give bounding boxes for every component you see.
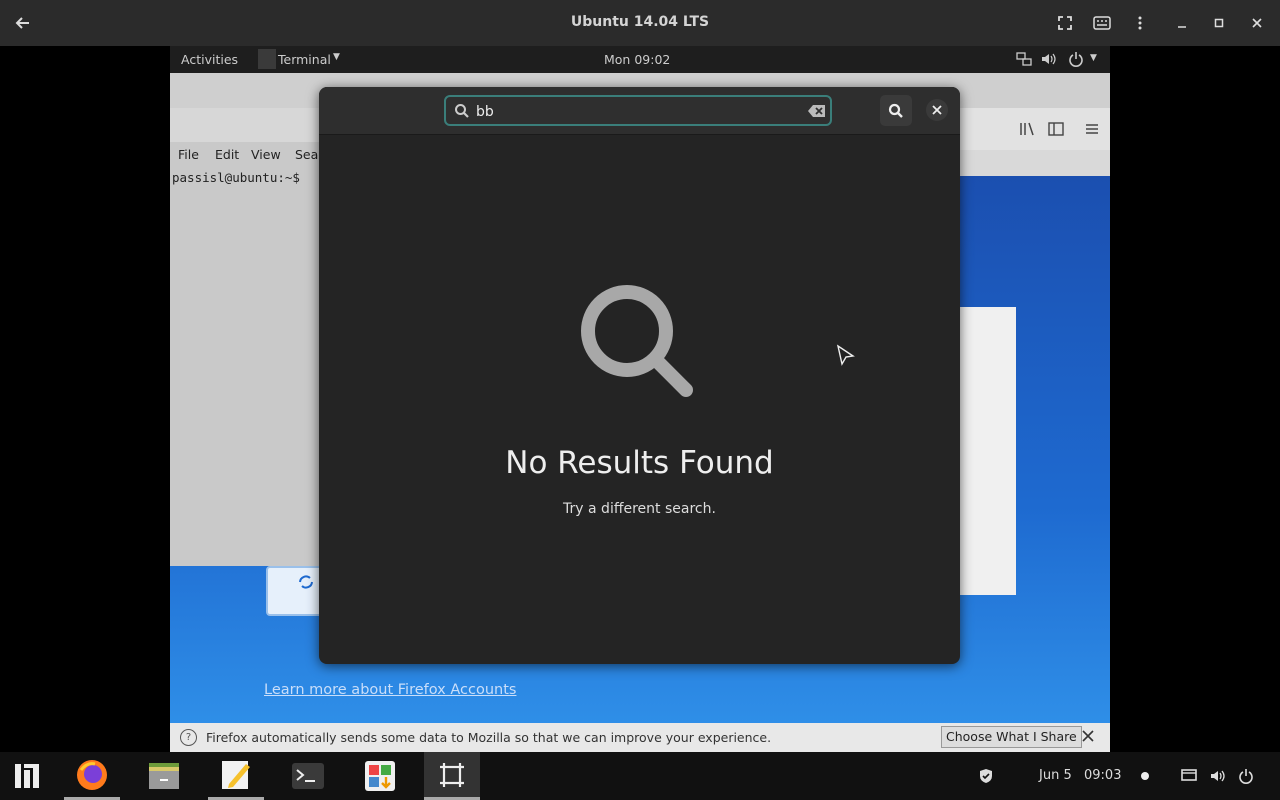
display-icon[interactable] [1181,768,1197,784]
search-dialog: No Results Found Try a different search. [319,87,960,664]
host-title: Ubuntu 14.04 LTS [570,14,710,30]
sidebar-icon[interactable] [1047,120,1065,138]
activities-button[interactable]: Activities [181,52,238,67]
taskbar-firefox[interactable] [64,752,120,800]
help-icon: ? [180,729,197,746]
notification-dot-icon[interactable] [1141,772,1149,780]
firefox-card [960,307,1016,595]
power-menu-arrow-icon: ▼ [1090,53,1097,63]
hamburger-menu-icon[interactable] [1083,120,1101,138]
taskbar-time[interactable]: 09:03 [1084,768,1121,783]
firefox-info-bar: ? Firefox automatically sends some data … [170,723,1110,752]
close-dialog-icon [932,105,942,115]
terminal-prompt: passisl@ubuntu:~$ [172,170,300,185]
taskbar-power-icon[interactable] [1238,768,1254,784]
search-icon [454,103,470,119]
taskbar-software-center[interactable] [352,752,408,800]
clear-search-icon[interactable] [808,103,826,119]
taskbar-terminal[interactable] [280,752,336,800]
volume-icon[interactable] [1041,52,1057,66]
menu-file[interactable]: File [178,147,199,162]
network-icon[interactable] [1016,52,1032,66]
files-icon [149,763,179,789]
more-options-icon[interactable] [1129,12,1151,34]
taskbar-screenshot-tool[interactable] [424,752,480,800]
keyboard-icon[interactable] [1091,12,1113,34]
taskbar-date[interactable]: Jun 5 [1039,768,1072,783]
app-menu-arrow-icon: ▼ [333,52,340,62]
screenshot-tool-icon [440,762,464,787]
close-icon[interactable] [1246,12,1268,34]
gnome-top-bar: Activities Terminal ▼ Mon 09:02 ▼ [170,46,1110,73]
search-input[interactable] [474,101,798,123]
no-results-magnifier-icon [581,285,699,403]
search-dialog-header [319,87,960,135]
gnome-clock[interactable]: Mon 09:02 [604,52,670,67]
mouse-cursor-icon [836,344,856,368]
shield-icon[interactable] [978,768,994,784]
no-results-title: No Results Found [505,445,774,481]
taskbar-volume-icon[interactable] [1210,768,1226,784]
menu-view[interactable]: View [251,147,281,162]
taskbar-text-editor[interactable] [208,752,264,800]
firefox-icon [77,759,107,790]
search-toggle-button[interactable] [880,95,912,126]
library-icon[interactable] [1018,120,1036,138]
taskbar-files[interactable] [136,752,192,800]
search-toggle-icon [888,103,903,118]
app-launcher-icon[interactable] [0,752,56,800]
fullscreen-icon[interactable] [1054,12,1076,34]
info-bar-close-icon[interactable] [1082,730,1096,744]
no-results-hint: Try a different search. [563,501,716,517]
menu-search[interactable]: Sea [295,147,318,162]
software-center-icon [365,761,395,791]
search-field[interactable] [444,95,832,126]
terminal-icon [292,763,324,789]
power-icon[interactable] [1068,51,1084,67]
host-header-bar: Ubuntu 14.04 LTS [0,0,1280,46]
info-bar-text: Firefox automatically sends some data to… [206,730,772,745]
app-menu[interactable]: Terminal [278,52,331,67]
close-dialog-button[interactable] [926,99,948,121]
terminal-app-icon [258,49,276,69]
host-taskbar: Jun 5 09:03 [0,752,1280,800]
learn-more-link[interactable]: Learn more about Firefox Accounts [264,682,516,698]
menu-edit[interactable]: Edit [215,147,239,162]
maximize-icon[interactable] [1208,12,1230,34]
choose-what-i-share-button[interactable]: Choose What I Share [941,726,1082,748]
minimize-icon[interactable] [1171,12,1193,34]
text-editor-icon [222,760,250,789]
